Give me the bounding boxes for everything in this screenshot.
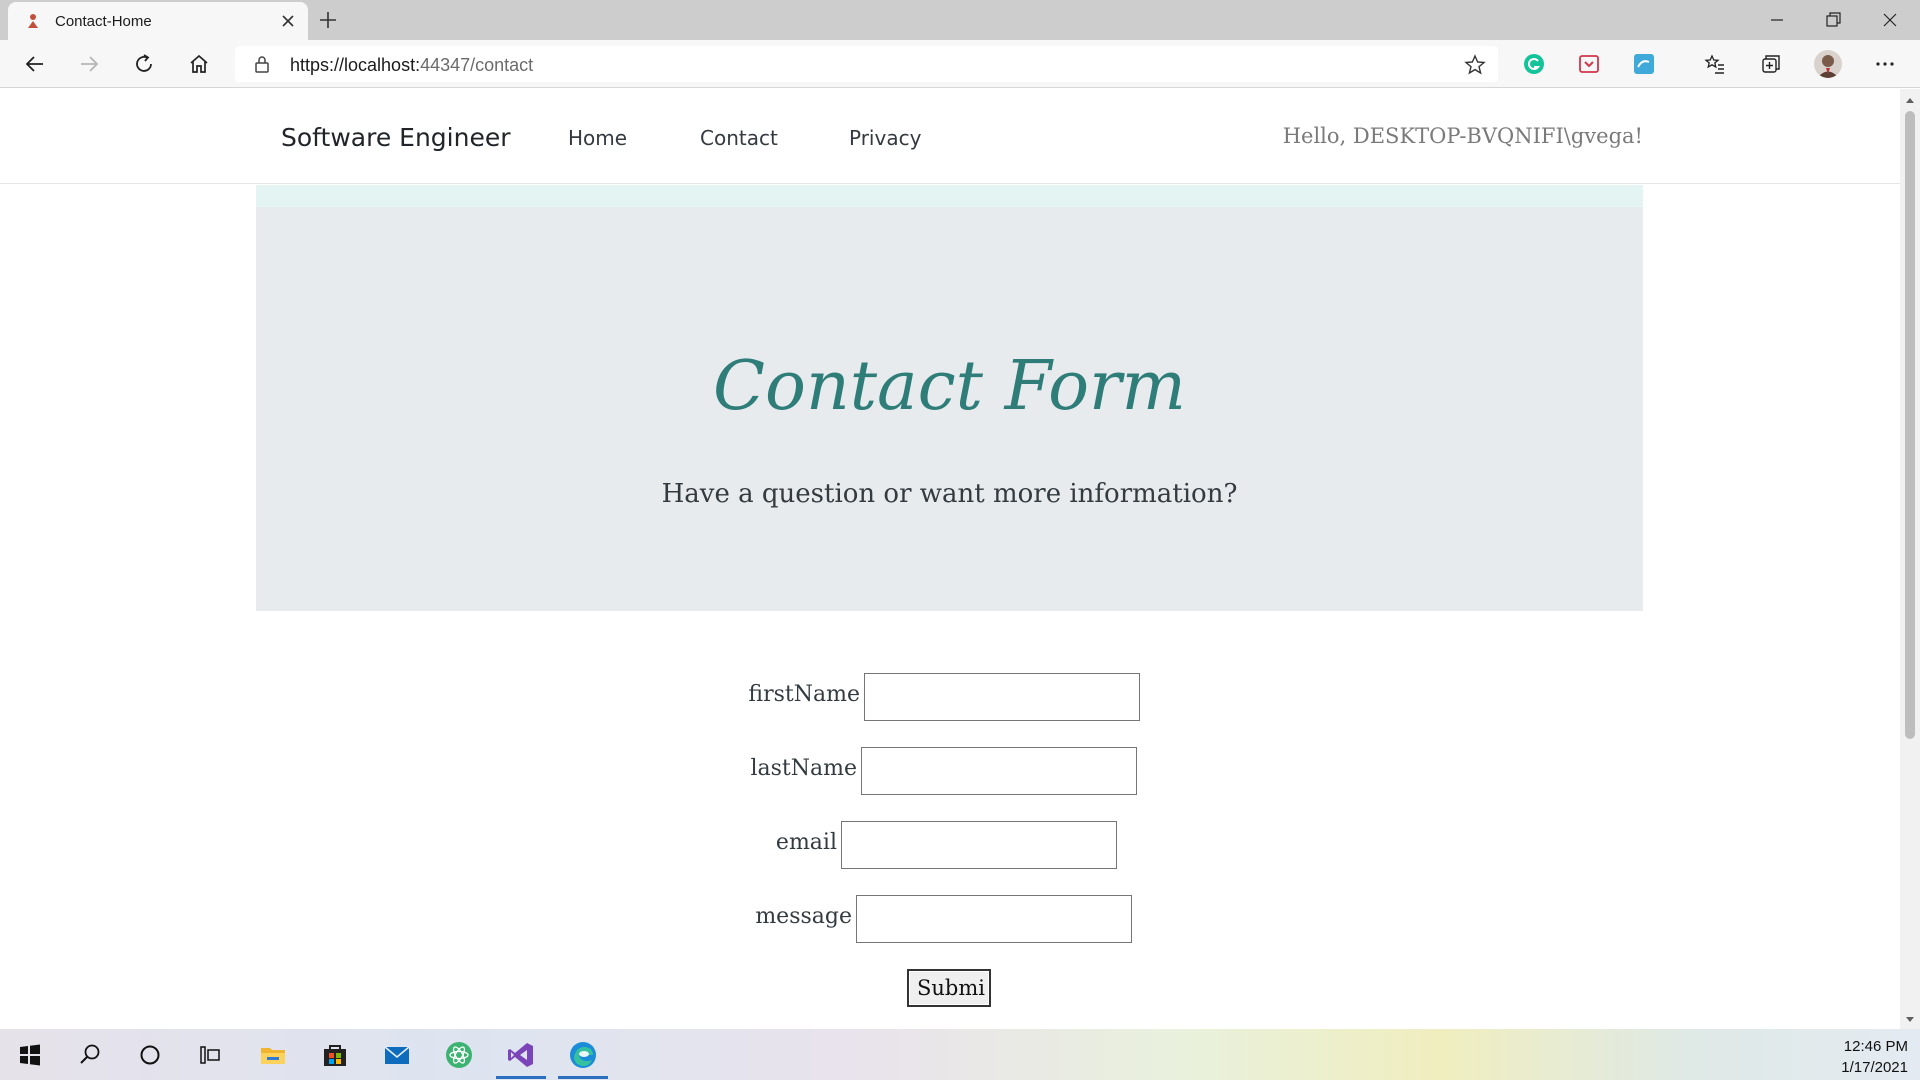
submit-button[interactable]: Submi <box>907 969 991 1007</box>
lastname-label: lastName <box>750 756 857 781</box>
close-window-icon[interactable] <box>1876 6 1904 34</box>
nav-link-contact[interactable]: Contact <box>700 126 778 150</box>
file-explorer-icon[interactable] <box>258 1040 288 1070</box>
page-subtitle: Have a question or want more information… <box>661 479 1238 509</box>
forward-icon[interactable] <box>75 50 103 78</box>
clock-time: 12:46 PM <box>1843 1038 1908 1055</box>
grammarly-extension-icon[interactable] <box>1523 53 1545 75</box>
edge-browser-icon[interactable] <box>568 1040 598 1070</box>
windows-start-icon[interactable] <box>15 1040 45 1070</box>
tab-strip: Contact-Home <box>0 0 1920 40</box>
windows-taskbar: 12:46 PM 1/17/2021 <box>0 1029 1920 1080</box>
hero-banner: Contact Form Have a question or want mor… <box>256 207 1643 611</box>
message-label: message <box>755 904 852 929</box>
page-viewport: Software Engineer Home Contact Privacy H… <box>0 89 1900 1029</box>
cortana-icon[interactable] <box>135 1040 165 1070</box>
page-scrollbar[interactable] <box>1900 89 1920 1029</box>
firstname-label: firstName <box>748 682 860 707</box>
tab-title: Contact-Home <box>55 13 152 30</box>
site-brand[interactable]: Software Engineer <box>281 123 511 152</box>
hero-top-strip <box>256 185 1643 207</box>
clock-date: 1/17/2021 <box>1841 1059 1908 1076</box>
site-favicon-icon <box>28 14 38 28</box>
page-title: Contact Form <box>712 347 1187 426</box>
favorite-star-icon[interactable] <box>1464 54 1486 76</box>
url-base: https://localhost: <box>290 55 421 75</box>
new-tab-icon[interactable] <box>316 8 340 32</box>
visual-studio-active-indicator <box>496 1076 546 1079</box>
pocket-extension-icon[interactable] <box>1578 53 1600 75</box>
more-options-icon[interactable] <box>1874 53 1896 75</box>
system-clock[interactable]: 12:46 PM 1/17/2021 <box>1841 1036 1908 1078</box>
scroll-down-arrow-icon[interactable] <box>1904 1015 1916 1025</box>
visual-studio-icon[interactable] <box>506 1040 536 1070</box>
close-tab-icon[interactable] <box>279 12 297 30</box>
minimize-icon[interactable] <box>1763 6 1791 34</box>
atom-app-icon[interactable] <box>444 1040 474 1070</box>
task-view-icon[interactable] <box>195 1040 225 1070</box>
scroll-up-arrow-icon[interactable] <box>1904 95 1916 105</box>
email-label: email <box>775 830 837 855</box>
refresh-icon[interactable] <box>130 50 158 78</box>
form-row-lastname: lastName <box>0 747 1900 795</box>
form-row-message: message <box>0 895 1900 943</box>
url-text[interactable]: https://localhost:44347/contact <box>290 55 533 76</box>
microsoft-store-icon[interactable] <box>320 1040 350 1070</box>
mail-icon[interactable] <box>382 1040 412 1070</box>
back-icon[interactable] <box>21 50 49 78</box>
scrollbar-thumb[interactable] <box>1905 111 1915 739</box>
screenshot-extension-icon[interactable] <box>1633 53 1655 75</box>
address-bar[interactable]: https://localhost:44347/contact <box>235 46 1498 82</box>
restore-icon[interactable] <box>1819 6 1847 34</box>
lock-icon[interactable] <box>253 55 271 73</box>
browser-toolbar: https://localhost:44347/contact <box>0 40 1920 88</box>
site-navbar: Software Engineer Home Contact Privacy H… <box>0 89 1900 184</box>
form-row-email: email <box>0 821 1900 869</box>
url-path: 44347/contact <box>420 55 534 75</box>
user-greeting: Hello, DESKTOP-BVQNIFI\gvega! <box>1282 124 1643 148</box>
firstname-input[interactable] <box>864 673 1140 721</box>
email-input[interactable] <box>841 821 1117 869</box>
nav-link-privacy[interactable]: Privacy <box>849 126 921 150</box>
profile-person-icon <box>1817 55 1839 78</box>
browser-tab[interactable]: Contact-Home <box>8 2 308 40</box>
collections-icon[interactable] <box>1760 53 1782 75</box>
lastname-input[interactable] <box>861 747 1137 795</box>
profile-avatar[interactable] <box>1814 50 1842 78</box>
home-icon[interactable] <box>185 50 213 78</box>
nav-link-home[interactable]: Home <box>568 126 627 150</box>
edge-active-indicator <box>558 1076 608 1079</box>
form-row-firstname: firstName <box>0 673 1900 721</box>
search-icon[interactable] <box>75 1040 105 1070</box>
favorites-icon[interactable] <box>1704 53 1726 75</box>
message-input[interactable] <box>856 895 1132 943</box>
